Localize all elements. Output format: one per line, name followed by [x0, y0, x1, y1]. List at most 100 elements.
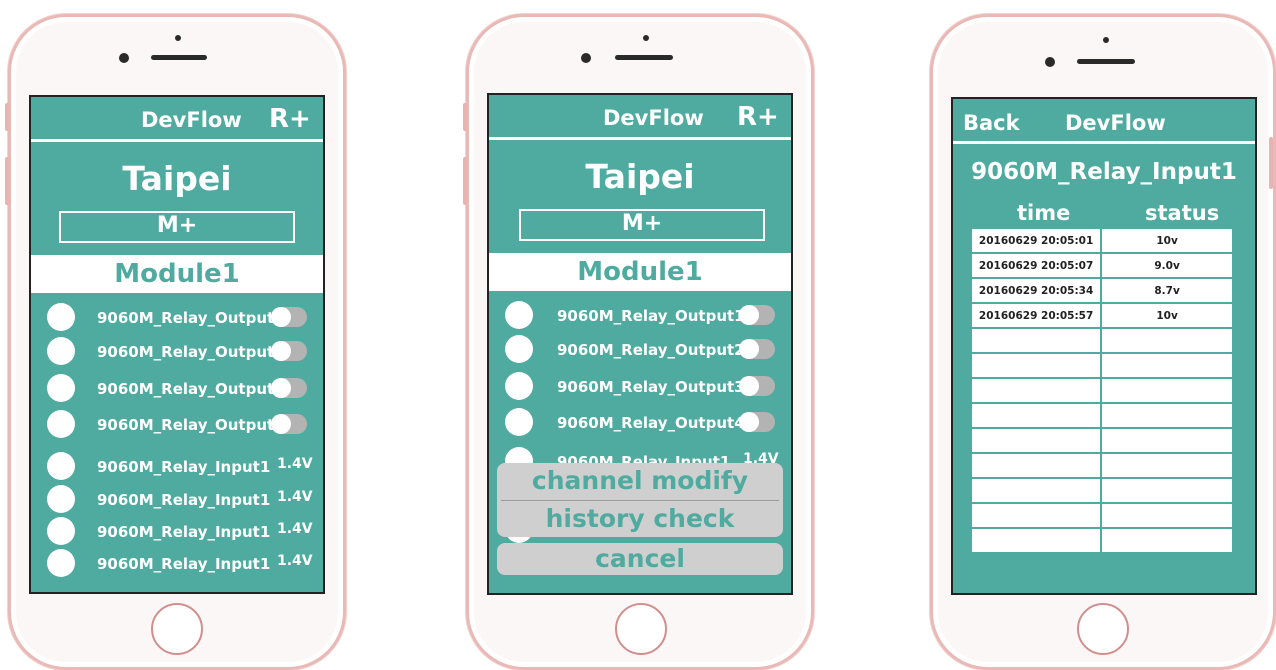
channel-row[interactable]: 9060M_Relay_Input1 1.4V: [31, 517, 323, 547]
channel-row[interactable]: 9060M_Relay_Input1 1.4V: [31, 485, 323, 515]
camera-icon: [1045, 57, 1055, 67]
channel-value: 1.4V: [277, 456, 313, 472]
channel-row[interactable]: 9060M_Relay_Output2: [489, 335, 791, 365]
channel-row[interactable]: 9060M_Relay_Output3: [31, 374, 323, 404]
toggle-knob: [739, 412, 759, 432]
status-dot: [47, 303, 75, 331]
history-row: 20160629 20:05:01 10v: [969, 227, 1234, 254]
channel-row[interactable]: 9060M_Relay_Input1 1.4V: [31, 549, 323, 579]
history-status-cell: [1100, 402, 1234, 429]
home-button[interactable]: [1077, 603, 1129, 655]
status-dot: [505, 408, 533, 436]
cancel-button[interactable]: cancel: [497, 543, 783, 575]
toggle-knob: [739, 339, 759, 359]
city-title: Taipei: [122, 159, 232, 198]
channel-name: 9060M_Relay_Output4: [557, 414, 745, 432]
phone-device: Back DevFlow 9060M_Relay_Input1 time sta…: [930, 14, 1276, 670]
sensor-dot: [643, 35, 649, 41]
add-region-button[interactable]: R+: [737, 102, 779, 132]
channel-toggle[interactable]: [739, 305, 775, 325]
channel-row[interactable]: 9060M_Relay_Output4: [489, 408, 791, 438]
history-status-cell: [1100, 327, 1234, 354]
channel-row[interactable]: 9060M_Relay_Output1: [489, 301, 791, 331]
history-row: [969, 402, 1234, 429]
history-time-cell: 20160629 20:05:07: [969, 252, 1103, 279]
side-button: [463, 157, 467, 205]
channel-toggle[interactable]: [739, 412, 775, 432]
home-button[interactable]: [615, 603, 667, 655]
status-dot: [505, 335, 533, 363]
app-title: DevFlow: [603, 106, 704, 130]
channel-name: 9060M_Relay_Input1: [97, 523, 271, 541]
channel-toggle[interactable]: [271, 341, 307, 361]
app-title: DevFlow: [1065, 111, 1166, 135]
history-row: [969, 502, 1234, 529]
channel-toggle[interactable]: [271, 378, 307, 398]
toggle-knob: [739, 376, 759, 396]
channel-toggle[interactable]: [739, 339, 775, 359]
channel-toggle[interactable]: [271, 307, 307, 327]
status-dot: [47, 485, 75, 513]
module-title: Module1: [31, 255, 323, 293]
history-status-cell: [1100, 377, 1234, 404]
history-time-cell: [969, 452, 1103, 479]
home-button[interactable]: [151, 603, 203, 655]
history-status-cell: 8.7v: [1100, 277, 1234, 304]
history-time-cell: [969, 427, 1103, 454]
phone-screen: DevFlow R+ Taipei M+ Module1 9060M_Relay…: [487, 93, 793, 595]
speaker-grille: [615, 55, 673, 60]
sensor-dot: [1103, 37, 1109, 43]
speaker-grille: [151, 55, 207, 60]
status-dot: [505, 301, 533, 329]
history-time-cell: 20160629 20:05:57: [969, 302, 1103, 329]
history-row: [969, 327, 1234, 354]
channel-name: 9060M_Relay_Input1: [97, 491, 271, 509]
history-time-cell: [969, 527, 1103, 554]
history-row: [969, 527, 1234, 554]
history-row: 20160629 20:05:07 9.0v: [969, 252, 1234, 279]
channel-row[interactable]: 9060M_Relay_Input1 1.4V: [31, 452, 323, 482]
time-column-header: time: [1017, 201, 1071, 225]
app-header: DevFlow R+: [31, 97, 323, 143]
history-status-cell: [1100, 427, 1234, 454]
app-header: Back DevFlow: [953, 99, 1255, 145]
add-module-button[interactable]: M+: [519, 209, 765, 241]
camera-icon: [581, 53, 591, 63]
channel-row[interactable]: 9060M_Relay_Output4: [31, 410, 323, 440]
status-dot: [505, 372, 533, 400]
channel-modify-button[interactable]: channel modify: [497, 463, 783, 499]
status-dot: [47, 337, 75, 365]
status-dot: [47, 410, 75, 438]
add-module-button[interactable]: M+: [59, 211, 295, 243]
channel-row[interactable]: 9060M_Relay_Output2: [31, 337, 323, 367]
status-column-header: status: [1145, 201, 1220, 225]
status-dot: [47, 549, 75, 577]
channel-toggle[interactable]: [271, 414, 307, 434]
history-time-cell: 20160629 20:05:01: [969, 227, 1103, 254]
history-status-cell: [1100, 502, 1234, 529]
history-check-button[interactable]: history check: [497, 501, 783, 537]
history-status-cell: [1100, 352, 1234, 379]
channel-row[interactable]: 9060M_Relay_Output3: [489, 372, 791, 402]
side-button: [463, 103, 467, 131]
channel-toggle[interactable]: [739, 376, 775, 396]
side-button: [5, 103, 9, 131]
channel-name: 9060M_Relay_Output3: [97, 380, 285, 398]
city-title: Taipei: [585, 157, 695, 196]
history-row: [969, 427, 1234, 454]
status-dot: [47, 374, 75, 402]
phone-device: DevFlow R+ Taipei M+ Module1 9060M_Relay…: [5, 14, 346, 670]
history-row: [969, 377, 1234, 404]
channel-name: 9060M_Relay_Output2: [557, 341, 745, 359]
add-region-button[interactable]: R+: [269, 104, 311, 134]
channel-row[interactable]: 9060M_Relay_Output1: [31, 303, 323, 333]
header-divider: [489, 137, 791, 140]
history-status-cell: 10v: [1100, 302, 1234, 329]
channel-value: 1.4V: [277, 521, 313, 537]
history-time-cell: [969, 377, 1103, 404]
phone-screen: DevFlow R+ Taipei M+ Module1 9060M_Relay…: [29, 95, 325, 594]
history-time-cell: [969, 502, 1103, 529]
history-status-cell: [1100, 527, 1234, 554]
toggle-knob: [271, 414, 291, 434]
back-button[interactable]: Back: [963, 111, 1020, 135]
